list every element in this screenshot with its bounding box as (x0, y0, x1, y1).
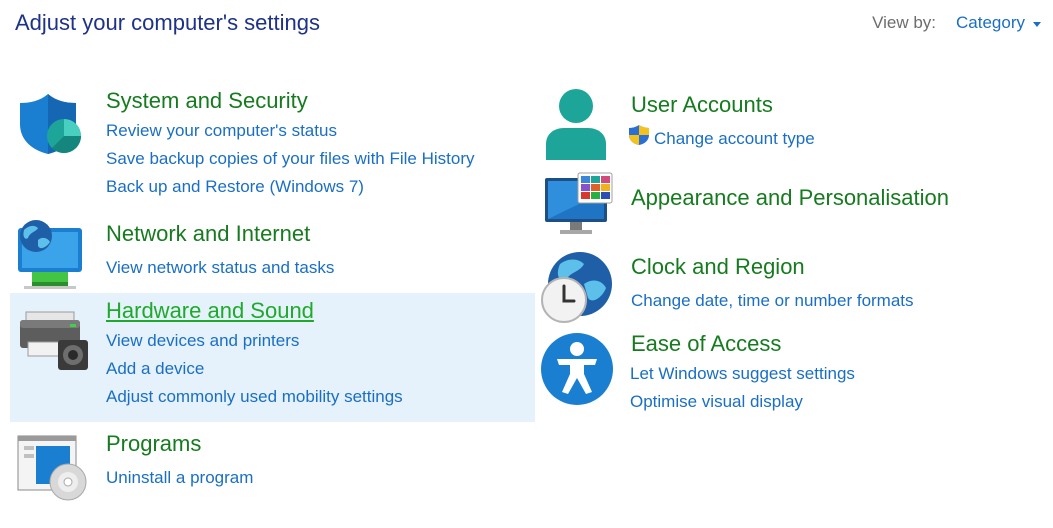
link-uninstall-program[interactable]: Uninstall a program (106, 464, 253, 492)
ease-links: Let Windows suggest settings Optimise vi… (630, 360, 855, 416)
network-links: View network status and tasks (106, 254, 334, 282)
category-hardware-and-sound[interactable]: Hardware and Sound (106, 298, 314, 324)
network-globe-icon[interactable] (16, 218, 86, 295)
programs-links: Uninstall a program (106, 464, 253, 492)
link-file-history[interactable]: Save backup copies of your files with Fi… (106, 145, 475, 173)
system-links: Review your computer's status Save backu… (106, 117, 475, 201)
link-mobility-settings[interactable]: Adjust commonly used mobility settings (106, 383, 403, 411)
category-programs[interactable]: Programs (106, 431, 201, 457)
uac-shield-icon (628, 124, 650, 155)
chevron-down-icon[interactable] (1033, 21, 1041, 27)
shield-icon[interactable] (18, 92, 82, 161)
category-network-and-internet[interactable]: Network and Internet (106, 221, 310, 247)
clock-links: Change date, time or number formats (631, 287, 914, 315)
hardware-links: View devices and printers Add a device A… (106, 327, 403, 411)
category-ease-of-access[interactable]: Ease of Access (631, 331, 781, 357)
category-system-and-security[interactable]: System and Security (106, 88, 308, 114)
link-network-status[interactable]: View network status and tasks (106, 254, 334, 282)
category-clock-and-region[interactable]: Clock and Region (631, 254, 805, 280)
accessibility-icon[interactable] (540, 332, 614, 411)
link-add-device[interactable]: Add a device (106, 355, 403, 383)
link-review-status[interactable]: Review your computer's status (106, 117, 475, 145)
link-optimise-visual-display[interactable]: Optimise visual display (630, 388, 855, 416)
link-windows-suggest-settings[interactable]: Let Windows suggest settings (630, 360, 855, 388)
printer-speaker-icon[interactable] (18, 302, 90, 379)
link-date-time-formats[interactable]: Change date, time or number formats (631, 287, 914, 315)
clock-globe-icon[interactable] (540, 250, 614, 329)
link-change-account-type[interactable]: Change account type (628, 124, 815, 155)
view-by-dropdown[interactable]: Category (956, 13, 1041, 33)
users-links: Change account type (628, 124, 815, 155)
user-icon[interactable] (544, 88, 608, 167)
view-by-label: View by: (872, 13, 937, 32)
link-change-account-type-label[interactable]: Change account type (654, 125, 815, 153)
page-title: Adjust your computer's settings (15, 10, 321, 35)
category-appearance-and-personalisation[interactable]: Appearance and Personalisation (631, 185, 949, 211)
category-user-accounts[interactable]: User Accounts (631, 92, 773, 118)
monitor-palette-icon[interactable] (544, 172, 616, 241)
link-backup-restore[interactable]: Back up and Restore (Windows 7) (106, 173, 475, 201)
programs-disc-icon[interactable] (16, 434, 88, 507)
view-by: View by: Category (872, 13, 1041, 33)
view-by-value[interactable]: Category (956, 13, 1025, 33)
link-devices-printers[interactable]: View devices and printers (106, 327, 403, 355)
